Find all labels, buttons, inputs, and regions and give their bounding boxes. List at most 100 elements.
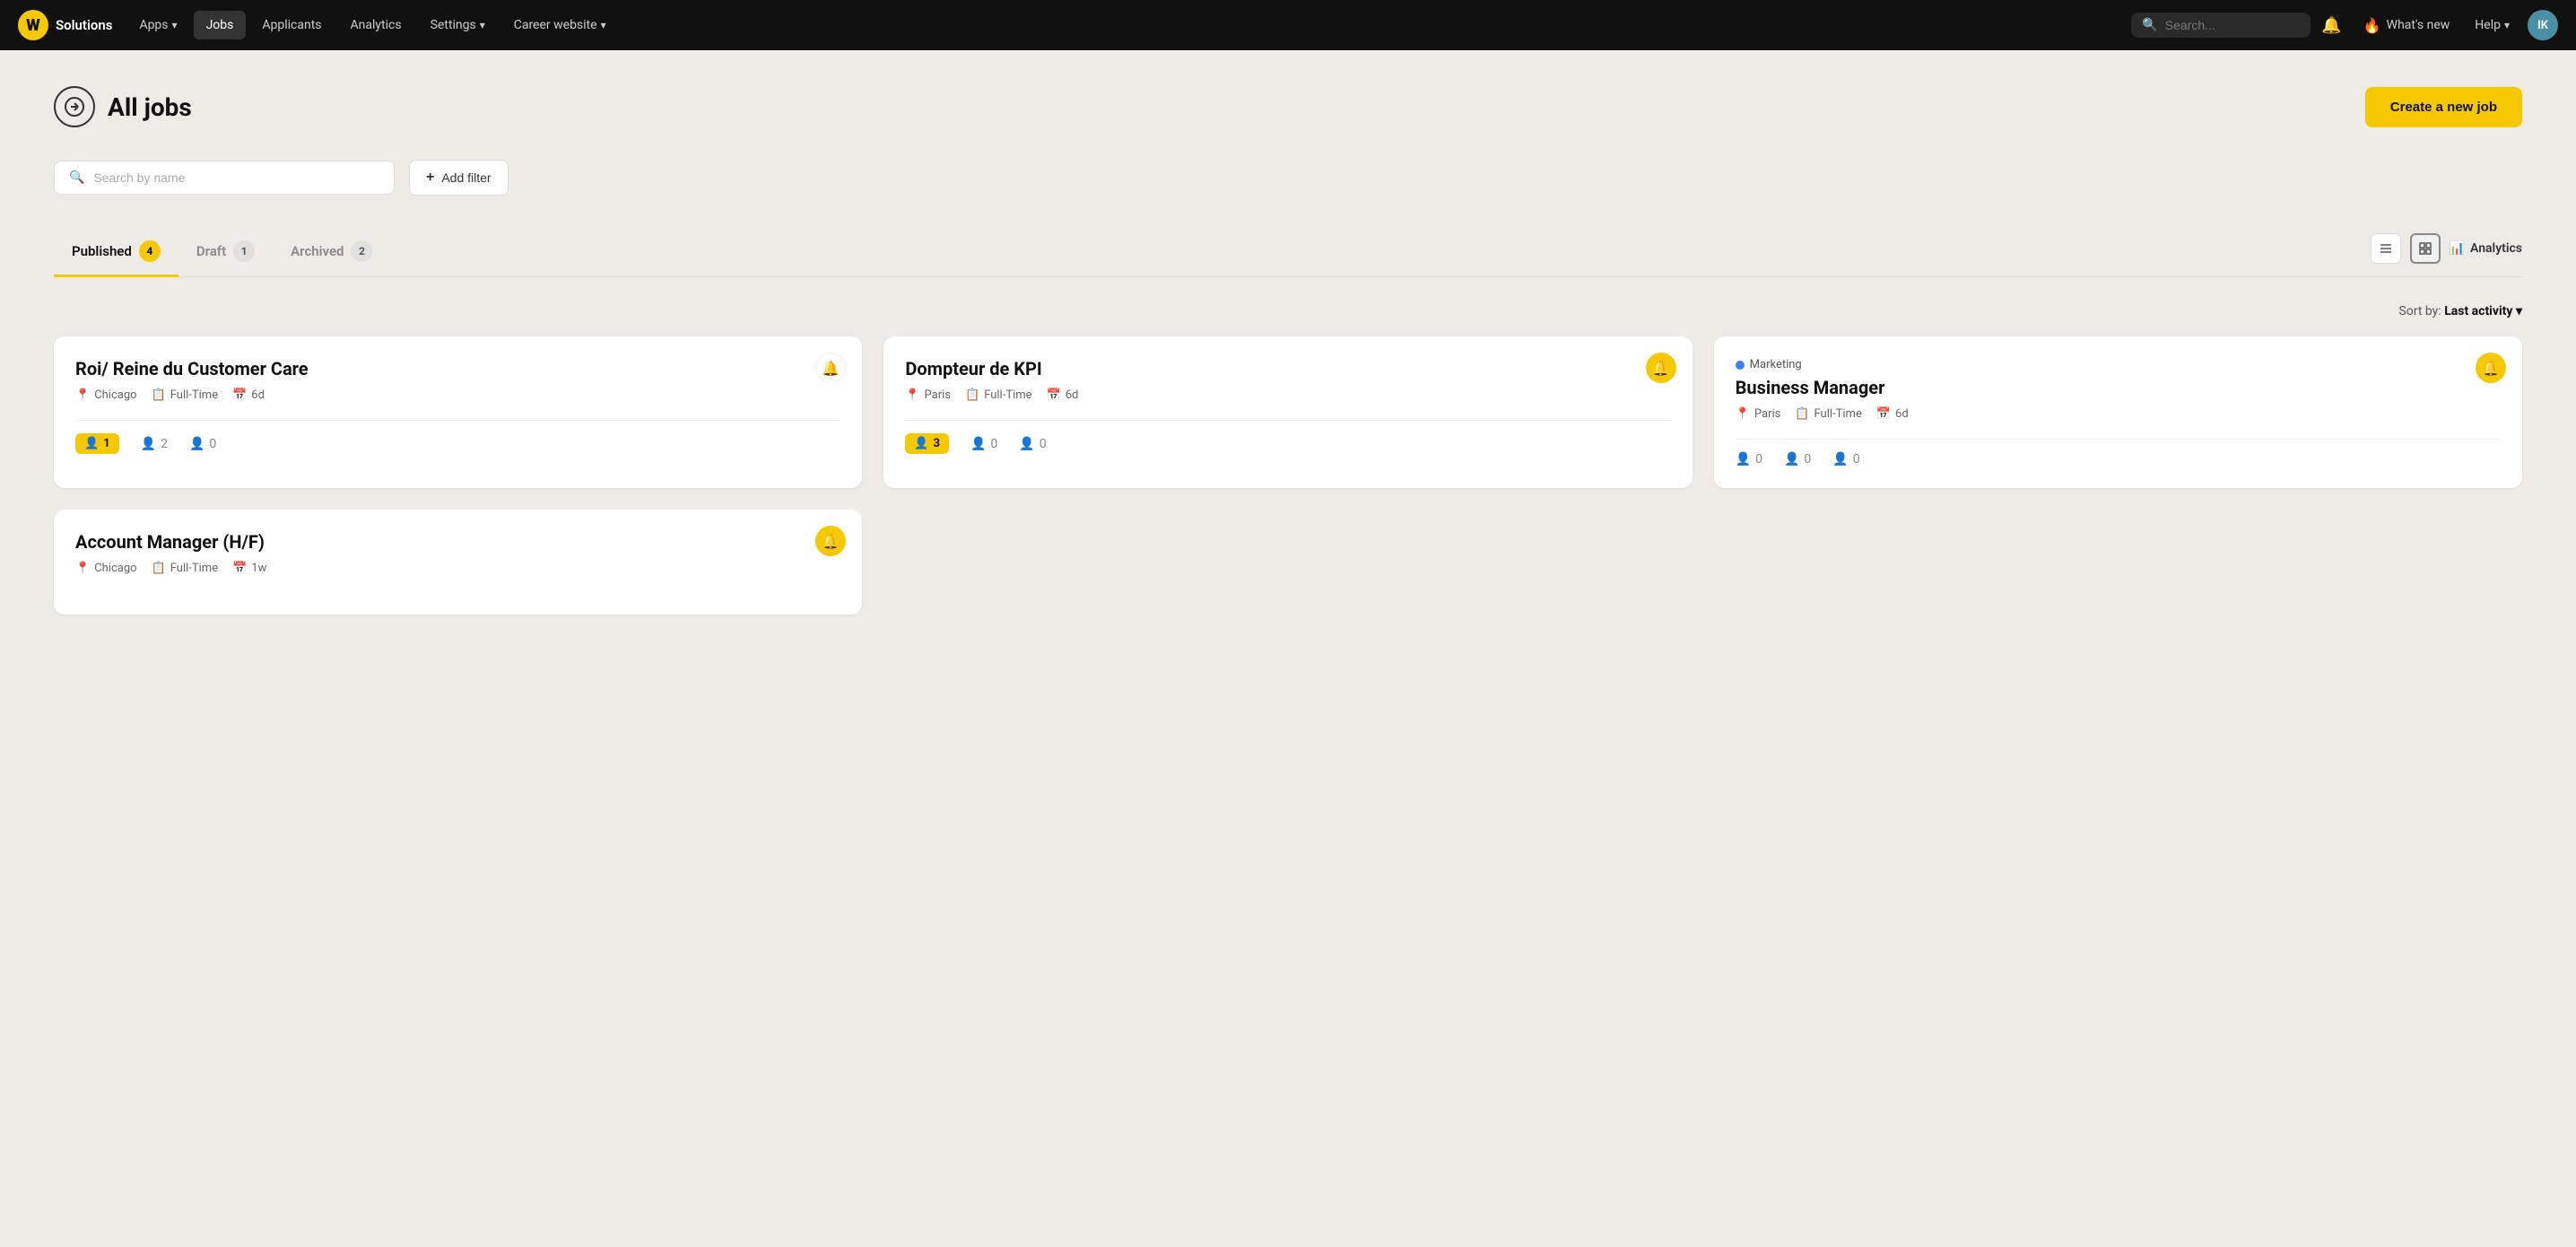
person-icon: 👤: [141, 437, 156, 451]
chevron-down-icon: ▾: [2516, 304, 2522, 318]
chevron-down-icon: [480, 18, 485, 32]
location-icon: 📍: [75, 388, 90, 402]
person-icon: 👤: [914, 437, 928, 450]
person-icon: 👤: [1736, 452, 1751, 467]
whats-new-button[interactable]: 🔥 What's new: [2353, 10, 2461, 41]
create-job-button[interactable]: Create a new job: [2365, 87, 2522, 127]
person-icon: 👤: [1832, 452, 1848, 467]
job-title: Dompteur de KPI: [905, 358, 1670, 379]
stat-plain: 👤 0: [189, 437, 216, 451]
nav-item-jobs[interactable]: Jobs: [194, 11, 247, 39]
fire-icon: 🔥: [2363, 17, 2381, 34]
stat-plain: 👤 0: [1019, 437, 1046, 451]
stat-plain: 👤 2: [141, 437, 168, 451]
jobs-grid: 🔔 Roi/ Reine du Customer Care 📍 Chicago …: [54, 336, 2522, 615]
nav-item-career-website[interactable]: Career website: [501, 11, 619, 39]
user-avatar[interactable]: IK: [2528, 10, 2558, 40]
page-title: All jobs: [108, 92, 192, 122]
job-bell-button[interactable]: 🔔: [1646, 353, 1676, 383]
calendar-icon: 📅: [1047, 388, 1061, 402]
main-nav: W Solutions Apps Jobs Applicants Analyti…: [0, 0, 2576, 50]
search-icon: 🔍: [2142, 18, 2157, 32]
person-icon: 👤: [189, 437, 205, 451]
search-icon: 🔍: [69, 170, 84, 185]
job-stats: 👤 0 👤 0 👤 0: [1736, 439, 2501, 467]
chart-icon: 📊: [2450, 241, 2465, 256]
list-view-button[interactable]: [2371, 233, 2401, 264]
location-icon: 📍: [75, 562, 90, 575]
plus-icon: +: [426, 170, 434, 186]
tab-draft[interactable]: Draft 1: [178, 228, 273, 277]
job-meta: 📍 Chicago 📋 Full-Time 📅 6d: [75, 388, 840, 402]
grid-view-button[interactable]: [2410, 233, 2441, 264]
type-icon: 📋: [152, 562, 166, 575]
search-input[interactable]: [93, 170, 379, 185]
brand-logo[interactable]: W Solutions: [18, 10, 112, 40]
analytics-button[interactable]: 📊 Analytics: [2450, 241, 2522, 256]
calendar-icon: 📅: [1876, 407, 1891, 421]
job-location: 📍 Paris: [1736, 407, 1781, 421]
sort-label: Sort by:: [2398, 304, 2441, 318]
chevron-down-icon: [172, 18, 178, 32]
tab-archived-badge: 2: [351, 240, 372, 262]
job-card: 🔔 Marketing Business Manager 📍 Paris 📋 F…: [1714, 336, 2522, 488]
stat-highlighted: 👤 3: [905, 433, 949, 454]
page-title-wrap: All jobs: [54, 86, 192, 127]
type-icon: 📋: [1795, 407, 1809, 421]
add-filter-button[interactable]: + Add filter: [409, 160, 509, 196]
job-type: 📋 Full-Time: [1795, 407, 1862, 421]
tab-published[interactable]: Published 4: [54, 228, 178, 277]
job-title: Roi/ Reine du Customer Care: [75, 358, 840, 379]
type-icon: 📋: [965, 388, 979, 402]
job-location: 📍 Chicago: [75, 388, 137, 402]
job-category: Marketing: [1736, 358, 2501, 371]
job-type: 📋 Full-Time: [965, 388, 1032, 402]
stat-plain: 👤 0: [1736, 452, 1762, 467]
nav-search-box[interactable]: 🔍: [2131, 13, 2311, 38]
job-bell-button[interactable]: 🔔: [2476, 353, 2506, 383]
brand-name: Solutions: [56, 17, 112, 33]
stat-plain: 👤 0: [1784, 452, 1811, 467]
main-content: All jobs Create a new job 🔍 + Add filter…: [0, 50, 2576, 650]
chevron-down-icon: [601, 18, 606, 32]
tabs-row: Published 4 Draft 1 Archived 2: [54, 228, 2522, 277]
job-stats: 👤 3 👤 0 👤 0: [905, 420, 1670, 454]
job-posted: 📅 6d: [232, 388, 265, 402]
job-meta: 📍 Chicago 📋 Full-Time 📅 1w: [75, 562, 840, 575]
job-card: 🔔 Dompteur de KPI 📍 Paris 📋 Full-Time 📅 …: [883, 336, 1692, 488]
job-card: 🔔 Roi/ Reine du Customer Care 📍 Chicago …: [54, 336, 862, 488]
person-icon: 👤: [1019, 437, 1034, 451]
sort-row: Sort by: Last activity ▾: [54, 304, 2522, 318]
job-location: 📍 Paris: [905, 388, 951, 402]
chevron-down-icon: [2504, 18, 2510, 32]
category-dot: [1736, 361, 1745, 370]
stat-highlighted: 👤 1: [75, 433, 119, 454]
job-type: 📋 Full-Time: [152, 388, 219, 402]
type-icon: 📋: [152, 388, 166, 402]
nav-item-apps[interactable]: Apps: [126, 11, 189, 39]
sort-value[interactable]: Last activity ▾: [2444, 304, 2522, 318]
job-meta: 📍 Paris 📋 Full-Time 📅 6d: [905, 388, 1670, 402]
job-location: 📍 Chicago: [75, 562, 137, 575]
job-posted: 📅 6d: [1876, 407, 1909, 421]
tab-published-badge: 4: [139, 240, 161, 262]
nav-item-analytics[interactable]: Analytics: [338, 11, 414, 39]
search-box[interactable]: 🔍: [54, 161, 395, 195]
job-bell-button[interactable]: 🔔: [815, 526, 846, 556]
logo-icon: W: [18, 10, 48, 40]
notification-bell[interactable]: 🔔: [2314, 9, 2348, 42]
calendar-icon: 📅: [232, 388, 247, 402]
tab-draft-badge: 1: [233, 240, 255, 262]
job-bell-button[interactable]: 🔔: [815, 353, 846, 383]
job-posted: 📅 1w: [232, 562, 266, 575]
help-menu[interactable]: Help: [2464, 11, 2520, 39]
nav-search-input[interactable]: [2165, 18, 2301, 32]
tab-archived[interactable]: Archived 2: [273, 228, 390, 277]
person-icon: 👤: [970, 437, 986, 451]
nav-item-settings[interactable]: Settings: [418, 11, 498, 39]
nav-item-applicants[interactable]: Applicants: [249, 11, 334, 39]
person-icon: 👤: [1784, 452, 1799, 467]
filter-row: 🔍 + Add filter: [54, 160, 2522, 196]
calendar-icon: 📅: [232, 562, 247, 575]
tabs: Published 4 Draft 1 Archived 2: [54, 228, 390, 276]
